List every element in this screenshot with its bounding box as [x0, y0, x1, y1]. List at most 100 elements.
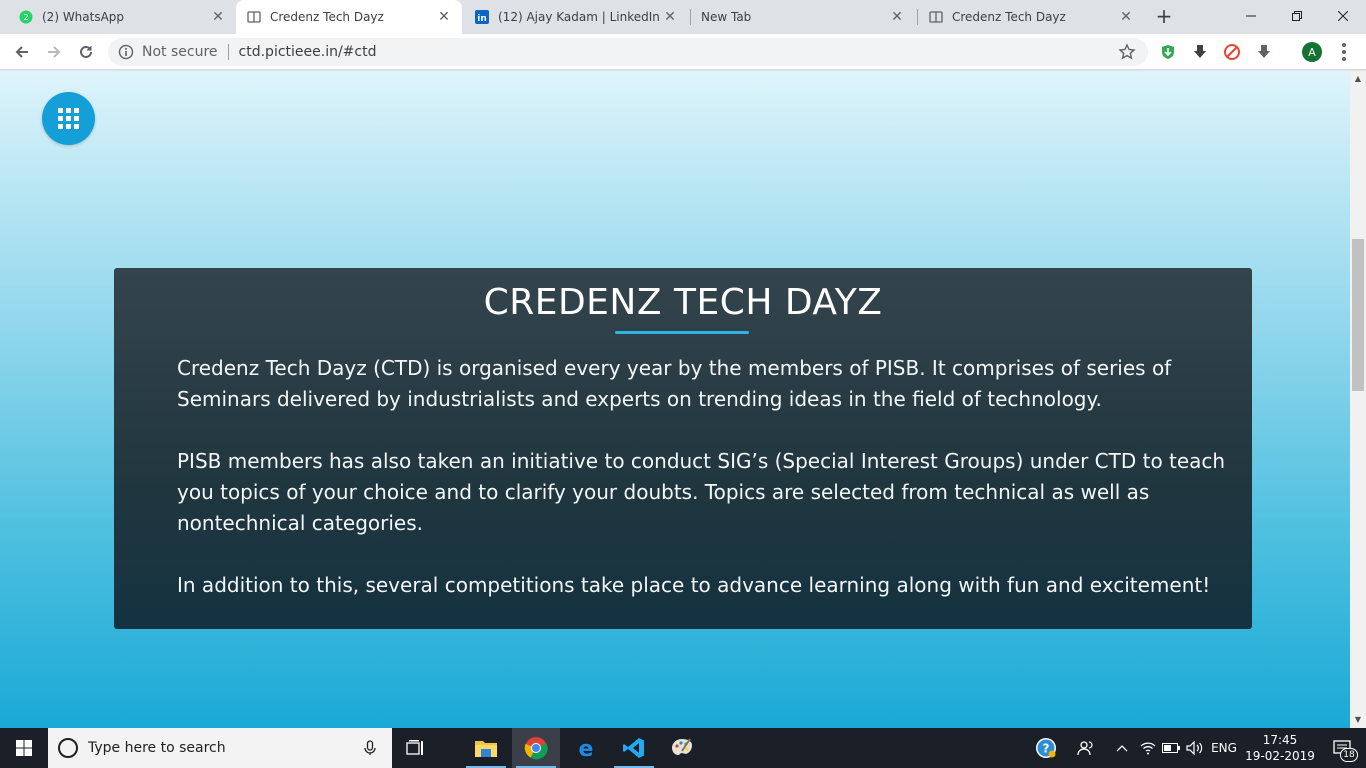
extension-blocker[interactable] — [1222, 42, 1242, 62]
security-label: Not secure — [142, 44, 218, 60]
tab-close-icon[interactable]: ✕ — [210, 9, 226, 25]
new-tab-button[interactable]: + — [1153, 6, 1175, 28]
volume-icon — [1186, 741, 1203, 755]
reload-button[interactable] — [74, 40, 98, 64]
vscode-button[interactable] — [610, 728, 658, 768]
extension-download[interactable] — [1190, 42, 1210, 62]
extension-shield-download[interactable] — [1158, 42, 1178, 62]
paint-palette-icon — [672, 738, 692, 755]
section-title: CREDENZ TECH DAYZ — [483, 282, 883, 323]
battery-icon — [1162, 743, 1180, 753]
task-view-icon — [406, 740, 423, 755]
title-underline — [615, 331, 749, 334]
vscode-icon — [623, 738, 644, 758]
bookmark-star-icon[interactable] — [1118, 43, 1136, 61]
omnibox-divider — [227, 44, 229, 60]
clock-time: 17:45 — [1262, 733, 1298, 747]
arrow-left-icon — [15, 46, 28, 58]
chevron-up-icon — [1116, 745, 1128, 752]
page-scrollbar[interactable]: ▲ ▼ — [1350, 71, 1366, 728]
browser-menu-icon[interactable] — [1336, 42, 1352, 62]
microphone-icon[interactable] — [362, 740, 378, 756]
menu-fab-button[interactable] — [42, 92, 95, 145]
section-paragraph: Credenz Tech Dayz (CTD) is organised eve… — [177, 356, 1172, 411]
whatsapp-icon: 2 — [18, 9, 34, 25]
extension-download-2[interactable] — [1254, 42, 1274, 62]
scrollbar-thumb[interactable] — [1352, 239, 1364, 391]
tab-new-tab[interactable]: New Tab ✕ — [691, 0, 915, 34]
page-icon — [246, 9, 262, 25]
tab-credenz-active[interactable]: Credenz Tech Dayz ✕ — [236, 0, 462, 34]
tab-linkedin[interactable]: in (12) Ajay Kadam | LinkedIn ✕ — [464, 0, 688, 34]
close-icon — [1338, 11, 1348, 21]
reload-icon — [80, 45, 92, 58]
tab-close-icon[interactable]: ✕ — [889, 9, 905, 25]
tab-whatsapp[interactable]: 2 (2) WhatsApp ✕ — [8, 0, 236, 34]
page-viewport: CREDENZ TECH DAYZ Credenz Tech Dayz (CTD… — [0, 71, 1350, 728]
paint-button[interactable] — [658, 728, 706, 768]
folder-icon — [475, 741, 497, 757]
windows-logo-icon — [16, 740, 32, 756]
grid-icon — [58, 108, 79, 129]
tab-credenz-2[interactable]: Credenz Tech Dayz ✕ — [918, 0, 1144, 34]
minimize-icon — [1246, 15, 1256, 17]
info-icon[interactable] — [118, 44, 134, 60]
scroll-up-icon[interactable]: ▲ — [1350, 73, 1366, 85]
linkedin-icon: in — [474, 9, 490, 25]
edge-icon: e — [579, 737, 594, 760]
tray-volume[interactable] — [1184, 728, 1206, 768]
tab-close-icon[interactable]: ✕ — [436, 9, 452, 25]
tray-wifi[interactable] — [1138, 728, 1158, 768]
forward-button[interactable] — [42, 40, 66, 64]
tray-language[interactable]: ENG — [1208, 728, 1240, 768]
cortana-circle-icon — [58, 738, 78, 758]
wifi-icon — [1140, 742, 1156, 755]
section-paragraph: In addition to this, several competition… — [177, 573, 1211, 597]
windows-taskbar: Type here to search e ? ENG 17:45 19-02-… — [0, 728, 1366, 768]
task-view-button[interactable] — [392, 728, 440, 768]
notification-count-badge: 18 — [1340, 748, 1358, 762]
scroll-down-icon[interactable]: ▼ — [1350, 714, 1366, 726]
start-button[interactable] — [0, 728, 48, 768]
restore-icon — [1292, 11, 1302, 21]
page-icon — [928, 9, 944, 25]
browser-toolbar: Not secure ctd.pictieee.in/#ctd A — [0, 34, 1366, 70]
taskbar-search-box[interactable]: Type here to search — [48, 728, 392, 768]
edge-button[interactable]: e — [562, 728, 610, 768]
block-icon — [1224, 44, 1240, 60]
tray-help[interactable]: ? — [1032, 728, 1060, 768]
action-center-button[interactable]: 18 — [1318, 728, 1366, 768]
download-arrow-icon — [1258, 45, 1270, 58]
close-window-button[interactable] — [1320, 0, 1366, 32]
tab-title: Credenz Tech Dayz — [270, 10, 384, 24]
file-explorer-button[interactable] — [462, 728, 510, 768]
help-icon: ? — [1036, 738, 1056, 758]
chrome-button[interactable] — [512, 728, 560, 768]
tab-title: New Tab — [701, 10, 752, 24]
clock-date: 19-02-2019 — [1245, 749, 1315, 763]
tab-title: Credenz Tech Dayz — [952, 10, 1066, 24]
tray-overflow[interactable] — [1112, 728, 1132, 768]
section-paragraph: PISB members has also taken an initiativ… — [177, 449, 1226, 535]
tab-title: (12) Ajay Kadam | LinkedIn — [498, 10, 660, 24]
url-text[interactable]: ctd.pictieee.in/#ctd — [239, 44, 377, 60]
address-bar[interactable]: Not secure ctd.pictieee.in/#ctd — [108, 38, 1148, 66]
profile-avatar[interactable]: A — [1302, 42, 1322, 62]
restore-button[interactable] — [1274, 0, 1320, 32]
tray-people[interactable] — [1074, 728, 1098, 768]
download-arrow-icon — [1194, 45, 1206, 58]
search-placeholder: Type here to search — [88, 740, 226, 756]
people-icon — [1077, 741, 1093, 756]
green-download-icon — [1162, 45, 1174, 59]
browser-tab-strip: 2 (2) WhatsApp ✕ Credenz Tech Dayz ✕ in … — [0, 0, 1366, 34]
chrome-icon — [524, 737, 548, 760]
svg-text:?: ? — [1043, 742, 1050, 756]
svg-text:e: e — [579, 737, 594, 760]
tray-battery[interactable] — [1160, 728, 1182, 768]
tab-close-icon[interactable]: ✕ — [662, 9, 678, 25]
taskbar-clock[interactable]: 17:45 19-02-2019 — [1244, 732, 1316, 764]
minimize-button[interactable] — [1228, 0, 1274, 32]
arrow-right-icon — [48, 46, 61, 58]
tab-close-icon[interactable]: ✕ — [1118, 9, 1134, 25]
back-button[interactable] — [10, 40, 34, 64]
